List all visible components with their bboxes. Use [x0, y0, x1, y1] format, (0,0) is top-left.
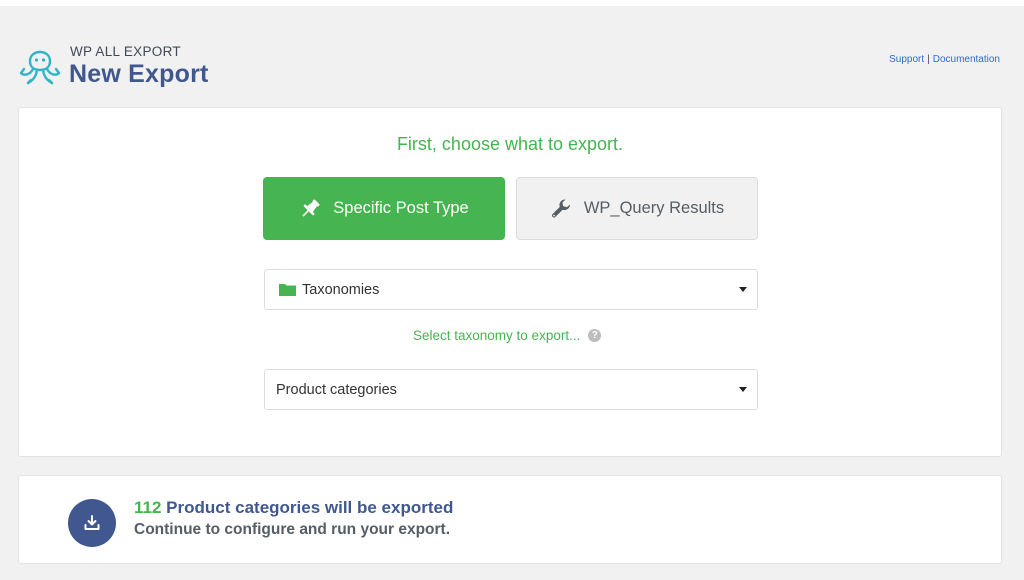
dropdown-caret-icon: [739, 286, 747, 292]
choose-export-heading: First, choose what to export.: [396, 134, 624, 154]
export-count: 112: [134, 498, 162, 517]
pushpin-icon: [302, 199, 320, 217]
wp-query-results-label: WP_Query Results: [583, 199, 725, 217]
documentation-link[interactable]: Documentation: [933, 54, 1000, 65]
folder-icon: [279, 284, 296, 296]
export-count-summary: 112 Product categories will be exported: [134, 498, 453, 518]
export-summary-card: [18, 475, 1002, 564]
export-count-label: Product categories will be exported: [166, 498, 454, 517]
brand-name: WP ALL EXPORT: [70, 44, 181, 59]
octopus-logo-icon: [19, 50, 61, 85]
link-separator: |: [927, 54, 930, 65]
taxonomy-select[interactable]: Product categories: [264, 369, 758, 410]
taxonomy-hint: Select taxonomy to export... ?: [413, 328, 602, 343]
download-arrow-icon: [84, 515, 100, 530]
taxonomy-select-value: Product categories: [276, 381, 397, 398]
page-title: New Export: [69, 60, 209, 88]
post-type-select[interactable]: Taxonomies: [264, 269, 758, 310]
support-link[interactable]: Support: [889, 54, 924, 65]
specific-post-type-label: Specific Post Type: [333, 199, 469, 217]
wp-query-results-button[interactable]: WP_Query Results: [516, 177, 758, 240]
specific-post-type-button[interactable]: Specific Post Type: [263, 177, 505, 240]
header-links: Support | Documentation: [889, 54, 1000, 65]
dropdown-caret-icon: [739, 386, 747, 392]
top-strip: [0, 0, 1024, 6]
post-type-select-value: Taxonomies: [302, 281, 380, 298]
export-continue-text: Continue to configure and run your expor…: [134, 521, 451, 538]
help-icon[interactable]: ?: [588, 329, 602, 342]
taxonomy-hint-text: Select taxonomy to export...: [413, 328, 581, 343]
page: WP ALL EXPORT New Export Support | Documen…: [0, 0, 1024, 580]
download-icon: [68, 499, 116, 547]
wrench-icon: [551, 198, 570, 217]
